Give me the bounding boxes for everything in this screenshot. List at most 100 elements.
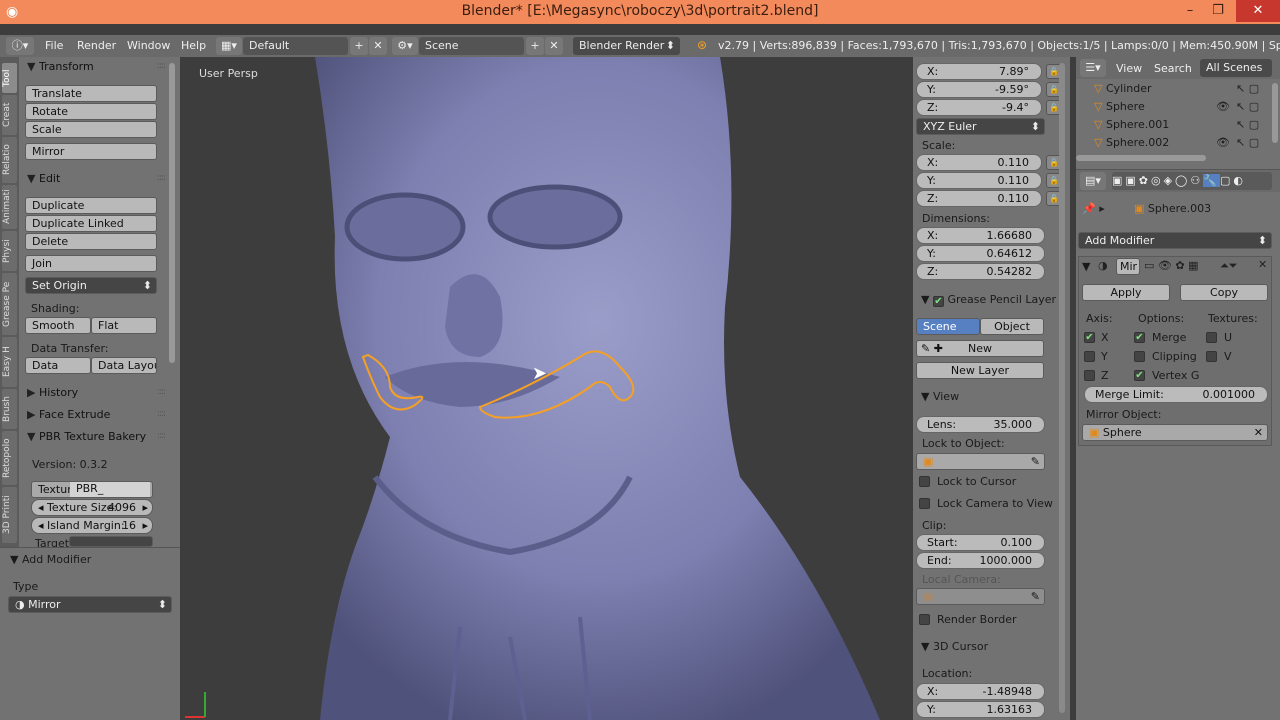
tab-tool[interactable]: Tool bbox=[2, 63, 17, 93]
set-origin-select[interactable]: Set Origin ⬍ bbox=[25, 277, 157, 294]
3d-viewport[interactable]: User Persp ➤ bbox=[180, 57, 913, 720]
mirror-object-field[interactable]: ▣ Sphere ✕ bbox=[1082, 424, 1268, 441]
drag-grip-icon[interactable]: :::: bbox=[157, 409, 166, 419]
rotation-y-field[interactable]: Y: -9.59° bbox=[916, 81, 1042, 98]
data-layout-button[interactable]: Data Layout bbox=[91, 357, 157, 374]
visibility-eye-icon[interactable]: 👁 bbox=[1216, 100, 1230, 113]
maximize-button[interactable]: ❐ bbox=[1203, 0, 1233, 22]
tab-easy-hdri[interactable]: Easy H bbox=[2, 337, 17, 387]
drag-grip-icon[interactable]: :::: bbox=[157, 61, 166, 71]
tab-3d-printing[interactable]: 3D Printi bbox=[2, 487, 17, 543]
modifier-name-field[interactable]: Mir bbox=[1116, 258, 1140, 275]
outliner-editor-icon[interactable]: ☰▾ bbox=[1080, 59, 1106, 77]
outliner-item[interactable]: ▽ Sphere bbox=[1094, 100, 1145, 113]
axis-y-checkbox[interactable] bbox=[1084, 351, 1095, 362]
lock-to-cursor-checkbox[interactable] bbox=[919, 476, 930, 487]
flat-button[interactable]: Flat bbox=[91, 317, 157, 334]
outliner-search-menu[interactable]: Search bbox=[1154, 62, 1192, 75]
local-camera-field[interactable]: ▣ ✎ bbox=[916, 588, 1045, 605]
clipping-checkbox[interactable] bbox=[1134, 351, 1145, 362]
tab-grease-pencil[interactable]: Grease Pe bbox=[2, 273, 17, 335]
merge-limit-field[interactable]: Merge Limit: 0.001000 bbox=[1084, 386, 1268, 403]
grease-pencil-checkbox[interactable]: ✔ bbox=[932, 296, 944, 307]
scene-icon[interactable]: ⚙▾ bbox=[392, 37, 418, 55]
tab-physics[interactable]: Physi bbox=[2, 231, 17, 271]
minimize-button[interactable]: – bbox=[1175, 0, 1205, 22]
gp-object-button[interactable]: Object bbox=[980, 318, 1044, 335]
dimension-y-field[interactable]: Y: 0.64612 bbox=[916, 245, 1045, 262]
rotation-z-field[interactable]: Z: -9.4° bbox=[916, 99, 1042, 116]
rotation-x-field[interactable]: X: 7.89° bbox=[916, 63, 1042, 80]
remove-layout-icon[interactable]: ✕ bbox=[369, 37, 387, 55]
drag-grip-icon[interactable]: :::: bbox=[157, 431, 166, 441]
dimension-z-field[interactable]: Z: 0.54282 bbox=[916, 263, 1045, 280]
selectable-cursor-icon[interactable]: ↖ ▢ bbox=[1236, 136, 1259, 149]
dimension-x-field[interactable]: X: 1.66680 bbox=[916, 227, 1045, 244]
duplicate-button[interactable]: Duplicate bbox=[25, 197, 157, 214]
sidebar-scrollbar[interactable] bbox=[1059, 63, 1065, 713]
visibility-eye-icon[interactable]: 👁 bbox=[1216, 136, 1230, 149]
clear-field-icon[interactable]: ✕ bbox=[1254, 426, 1263, 439]
drag-grip-icon[interactable]: :::: bbox=[157, 173, 166, 183]
properties-editor-icon[interactable]: ▤▾ bbox=[1080, 172, 1106, 190]
vertex-groups-checkbox[interactable]: ✔ bbox=[1134, 370, 1145, 381]
modifier-collapse-icon[interactable]: ▼ bbox=[1082, 260, 1090, 273]
close-button[interactable]: ✕ bbox=[1236, 0, 1280, 22]
menu-help[interactable]: Help bbox=[181, 39, 206, 52]
join-button[interactable]: Join bbox=[25, 255, 157, 272]
clip-start-field[interactable]: Start: 0.100 bbox=[916, 534, 1045, 551]
gp-scene-button[interactable]: Scene bbox=[916, 318, 980, 335]
outliner-view-menu[interactable]: View bbox=[1116, 62, 1142, 75]
target-select[interactable] bbox=[69, 536, 153, 547]
data-button[interactable]: Data bbox=[25, 357, 91, 374]
scale-y-field[interactable]: Y: 0.110 bbox=[916, 172, 1042, 189]
info-editor-icon[interactable]: ⓘ▾ bbox=[6, 37, 34, 55]
merge-checkbox[interactable]: ✔ bbox=[1134, 332, 1145, 343]
face-extrude-panel-header[interactable]: ▶ Face Extrude:::: bbox=[19, 405, 179, 425]
selectable-cursor-icon[interactable]: ↖ ▢ bbox=[1236, 118, 1259, 131]
texture-v-checkbox[interactable] bbox=[1206, 351, 1217, 362]
texture-name-field[interactable]: Texture PBR_ bbox=[31, 481, 153, 498]
texture-u-checkbox[interactable] bbox=[1206, 332, 1217, 343]
remove-modifier-icon[interactable]: ✕ bbox=[1258, 258, 1267, 271]
display-mode-select[interactable]: All Scenes bbox=[1200, 59, 1272, 77]
cursor-y-field[interactable]: Y: 1.63163 bbox=[916, 701, 1045, 718]
tab-relations[interactable]: Relatio bbox=[2, 137, 17, 183]
clip-end-field[interactable]: End: 1000.000 bbox=[916, 552, 1045, 569]
edit-panel-header[interactable]: ▼ Edit:::: bbox=[19, 169, 179, 189]
copy-button[interactable]: Copy bbox=[1180, 284, 1268, 301]
axis-z-checkbox[interactable] bbox=[1084, 370, 1095, 381]
delete-button[interactable]: Delete bbox=[25, 233, 157, 250]
scale-x-field[interactable]: X: 0.110 bbox=[916, 154, 1042, 171]
scale-z-field[interactable]: Z: 0.110 bbox=[916, 190, 1042, 207]
3d-cursor-panel-header[interactable]: ▼ 3D Cursor bbox=[921, 640, 988, 653]
screen-layout-icon[interactable]: ▦▾ bbox=[216, 37, 242, 55]
outliner-item[interactable]: ▽ Cylinder bbox=[1094, 82, 1152, 95]
outliner-item[interactable]: ▽ Sphere.001 bbox=[1094, 118, 1169, 131]
translate-button[interactable]: Translate bbox=[25, 85, 157, 102]
duplicate-linked-button[interactable]: Duplicate Linked bbox=[25, 215, 157, 232]
modifier-display-icons[interactable]: ▭ 👁 ✿ ▦ bbox=[1144, 259, 1198, 272]
cursor-x-field[interactable]: X: -1.48948 bbox=[916, 683, 1045, 700]
apply-button[interactable]: Apply bbox=[1082, 284, 1170, 301]
selectable-cursor-icon[interactable]: ↖ ▢ bbox=[1236, 82, 1259, 95]
context-tabs[interactable]: ▣▣✿◎◈◯⚇🔧▢◐ bbox=[1112, 172, 1272, 190]
modifier-type-select[interactable]: ◑ Mirror ⬍ bbox=[8, 596, 172, 613]
lock-object-field[interactable]: ▣ ✎ bbox=[916, 453, 1045, 470]
layout-field[interactable]: Default bbox=[243, 37, 348, 55]
mirror-button[interactable]: Mirror bbox=[25, 143, 157, 160]
history-panel-header[interactable]: ▶ History:::: bbox=[19, 383, 179, 403]
lens-field[interactable]: Lens: 35.000 bbox=[916, 416, 1045, 433]
gp-new-button[interactable]: ✎ ✚ New bbox=[916, 340, 1044, 357]
gp-new-layer-button[interactable]: New Layer bbox=[916, 362, 1044, 379]
smooth-button[interactable]: Smooth bbox=[25, 317, 91, 334]
tool-shelf-scrollbar[interactable] bbox=[169, 63, 175, 363]
render-border-checkbox[interactable] bbox=[919, 614, 930, 625]
pin-icon[interactable]: 📌 ▸ bbox=[1082, 202, 1105, 215]
island-margin-field[interactable]: ◂ Island Margin: 16 ▸ bbox=[31, 517, 153, 534]
outliner-item[interactable]: ▽ Sphere.002 bbox=[1094, 136, 1169, 149]
menu-render[interactable]: Render bbox=[77, 39, 116, 52]
view-panel-header[interactable]: ▼ View bbox=[921, 390, 959, 403]
texture-size-field[interactable]: ◂ Texture Size: 4096 ▸ bbox=[31, 499, 153, 516]
axis-x-checkbox[interactable]: ✔ bbox=[1084, 332, 1095, 343]
